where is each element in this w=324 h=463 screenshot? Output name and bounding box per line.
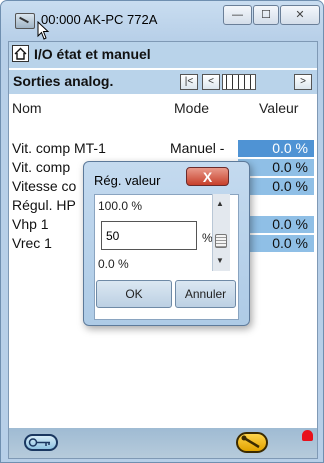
row-name: Vitesse co: [12, 178, 77, 194]
row-value[interactable]: 0.0 %: [238, 140, 314, 157]
table-row[interactable]: Vit. comp MT-1 Manuel - 0.0 %: [9, 140, 317, 158]
next-page-button[interactable]: >: [294, 74, 312, 90]
column-header-name: Nom: [12, 100, 42, 116]
app-window: 00:000 AK-PC 772A — ☐ ✕ I/O état et manu…: [0, 0, 324, 463]
column-header-value: Valeur: [259, 100, 299, 116]
close-button[interactable]: ✕: [280, 5, 320, 25]
page-title: I/O état et manuel: [34, 46, 151, 62]
maximize-button[interactable]: ☐: [253, 5, 279, 25]
slider-down-icon[interactable]: ▼: [216, 256, 224, 265]
key-icon[interactable]: [24, 434, 58, 451]
bottom-toolbar: [9, 428, 317, 458]
section-title: Sorties analog.: [13, 73, 114, 89]
app-icon[interactable]: [15, 13, 35, 29]
slider-up-icon[interactable]: ▲: [216, 199, 224, 208]
minimize-button[interactable]: —: [223, 5, 252, 25]
section-header: Sorties analog. |< < >: [9, 70, 317, 94]
row-name: Vit. comp: [12, 159, 71, 175]
prev-page-button[interactable]: <: [202, 74, 220, 90]
row-name: Vrec 1: [12, 235, 52, 251]
max-value-label: 100.0 %: [98, 199, 143, 213]
row-name: Régul. HP: [12, 197, 76, 213]
mouse-cursor-icon: [37, 21, 50, 40]
dialog-title: Rég. valeur: [94, 173, 161, 188]
first-page-button[interactable]: |<: [180, 74, 198, 90]
page-header: I/O état et manuel: [9, 42, 317, 68]
wrench-icon[interactable]: [236, 432, 268, 453]
ok-button[interactable]: OK: [96, 280, 172, 308]
value-slider[interactable]: ▲ ▼: [212, 194, 230, 271]
slider-thumb[interactable]: [215, 234, 227, 248]
set-value-dialog: Rég. valeur X 100.0 % % 0.0 % ▲ ▼ OK Ann…: [83, 161, 250, 326]
home-icon[interactable]: [12, 45, 29, 62]
min-value-label: 0.0 %: [98, 257, 129, 271]
column-header-mode: Mode: [174, 100, 210, 116]
cancel-button[interactable]: Annuler: [175, 280, 236, 308]
row-name: Vit. comp MT-1: [12, 140, 106, 156]
alarm-icon[interactable]: [302, 430, 313, 441]
row-name: Vhp 1: [12, 216, 49, 232]
value-input[interactable]: [101, 221, 197, 250]
row-mode[interactable]: Manuel -: [170, 140, 224, 156]
page-position-indicator[interactable]: [222, 74, 256, 90]
dialog-close-button[interactable]: X: [186, 167, 229, 186]
window-title: 00:000 AK-PC 772A: [41, 12, 158, 27]
